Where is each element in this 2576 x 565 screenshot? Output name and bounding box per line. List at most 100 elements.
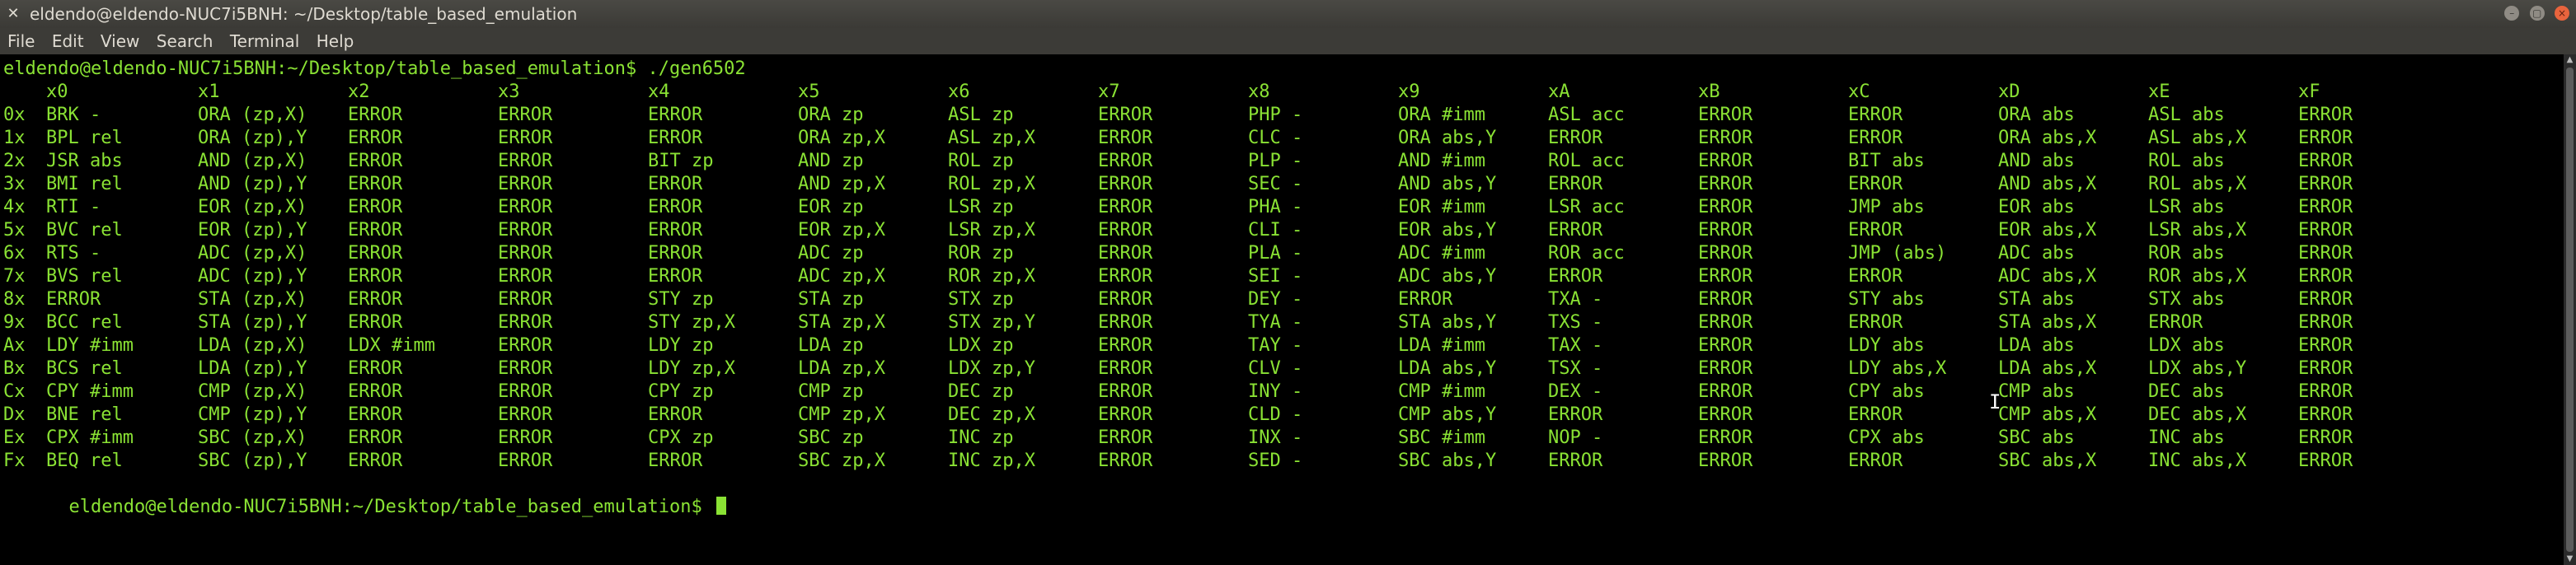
table-cell: TAY - <box>1248 335 1303 356</box>
table-cell: ERROR <box>1098 312 1153 333</box>
scroll-up-arrow-icon[interactable]: ▲ <box>2564 54 2576 66</box>
table-cell: LSR abs <box>2148 197 2225 217</box>
table-cell: ERROR <box>1848 312 1903 333</box>
table-cell: PLP - <box>1248 151 1303 171</box>
table-cell: AND abs,X <box>1998 174 2097 194</box>
table-cell: ERROR <box>648 243 703 264</box>
table-cell: CLD - <box>1248 404 1303 425</box>
terminal-output[interactable]: eldendo@eldendo-NUC7i5BNH:~/Desktop/tabl… <box>0 54 2564 565</box>
table-cell: BRK - <box>46 105 101 125</box>
scrollbar-thumb[interactable] <box>2566 68 2574 552</box>
table-cell: ERROR <box>498 404 553 425</box>
menu-view[interactable]: View <box>96 28 143 54</box>
table-cell: ROR zp <box>948 243 1014 264</box>
table-cell: ERROR <box>348 358 403 379</box>
terminal-window: ✕ eldendo@eldendo-NUC7i5BNH: ~/Desktop/t… <box>0 0 2576 565</box>
menu-terminal[interactable]: Terminal <box>226 28 304 54</box>
table-cell: AND (zp),Y <box>198 174 307 194</box>
row-label: 4x <box>3 197 26 217</box>
row-label: 5x <box>3 220 26 240</box>
close-button[interactable]: × <box>2555 6 2569 21</box>
table-cell: ERROR <box>1098 404 1153 425</box>
table-cell: CLV - <box>1248 358 1303 379</box>
table-cell: CPY abs <box>1848 381 1925 402</box>
table-cell: AND zp <box>798 151 864 171</box>
table-cell: ERROR <box>1098 335 1153 356</box>
table-cell: ERROR <box>1698 128 1753 148</box>
table-cell: EOR zp,X <box>798 220 885 240</box>
table-cell: CMP zp <box>798 381 864 402</box>
table-cell: ERROR <box>498 105 553 125</box>
table-cell: CLC - <box>1248 128 1303 148</box>
column-header: x5 <box>798 82 820 102</box>
table-cell: CMP (zp,X) <box>198 381 307 402</box>
menu-search[interactable]: Search <box>152 28 218 54</box>
table-cell: ADC (zp),Y <box>198 266 307 287</box>
table-cell: ERROR <box>1098 105 1153 125</box>
table-cell: ERROR <box>1698 335 1753 356</box>
table-cell: BVS rel <box>46 266 123 287</box>
terminal-scrollbar[interactable]: ▲ ▼ <box>2564 54 2576 565</box>
table-cell: INY - <box>1248 381 1303 402</box>
table-cell: ERROR <box>1398 289 1453 310</box>
table-cell: ERROR <box>1848 174 1903 194</box>
column-header: x9 <box>1398 82 1420 102</box>
menu-file[interactable]: File <box>3 28 39 54</box>
table-cell: ERROR <box>498 289 553 310</box>
table-cell: ERROR <box>1098 381 1153 402</box>
table-cell: ORA (zp),Y <box>198 128 307 148</box>
table-cell: ERROR <box>1098 197 1153 217</box>
table-cell: ERROR <box>648 128 703 148</box>
table-cell: CMP abs,Y <box>1398 404 1497 425</box>
table-cell: CLI - <box>1248 220 1303 240</box>
row-label: 6x <box>3 243 26 264</box>
table-cell: ERROR <box>498 335 553 356</box>
table-cell: INC abs,X <box>2148 451 2247 471</box>
row-label: 0x <box>3 105 26 125</box>
table-cell: RTI - <box>46 197 101 217</box>
table-cell: LDA zp <box>798 335 864 356</box>
table-cell: ASL acc <box>1548 105 1625 125</box>
table-cell: PHP - <box>1248 105 1303 125</box>
maximize-button[interactable]: ▢ <box>2529 6 2545 21</box>
table-cell: STX abs <box>2148 289 2225 310</box>
table-cell: SBC abs,X <box>1998 451 2097 471</box>
scroll-down-arrow-icon[interactable]: ▼ <box>2564 553 2576 565</box>
table-cell: DEY - <box>1248 289 1303 310</box>
table-cell: ADC abs,Y <box>1398 266 1497 287</box>
table-cell: SBC (zp,X) <box>198 427 307 448</box>
table-cell: LDA abs,Y <box>1398 358 1497 379</box>
menu-edit[interactable]: Edit <box>48 28 88 54</box>
table-cell: LDX abs <box>2148 335 2225 356</box>
table-cell: ERROR <box>348 151 403 171</box>
title-bar[interactable]: ✕ eldendo@eldendo-NUC7i5BNH: ~/Desktop/t… <box>0 0 2576 28</box>
table-cell: ORA zp,X <box>798 128 885 148</box>
table-cell: ERROR <box>648 451 703 471</box>
table-cell: ERROR <box>2298 404 2353 425</box>
table-cell: ERROR <box>348 451 403 471</box>
table-cell: TYA - <box>1248 312 1303 333</box>
table-cell: ADC (zp,X) <box>198 243 307 264</box>
table-cell: ERROR <box>648 404 703 425</box>
table-cell: LDY zp <box>648 335 714 356</box>
i-beam-cursor-icon: I <box>1989 390 2001 413</box>
minimize-button[interactable]: – <box>2504 6 2520 21</box>
menu-bar: File Edit View Search Terminal Help <box>0 28 2576 54</box>
table-cell: SBC #imm <box>1398 427 1485 448</box>
table-cell: ERROR <box>1098 151 1153 171</box>
table-cell: ERROR <box>498 451 553 471</box>
table-cell: ERROR <box>2298 151 2353 171</box>
table-cell: ERROR <box>348 289 403 310</box>
table-cell: ERROR <box>2148 312 2203 333</box>
table-cell: SBC zp,X <box>798 451 885 471</box>
table-cell: BCS rel <box>46 358 123 379</box>
table-cell: ROL acc <box>1548 151 1625 171</box>
menu-help[interactable]: Help <box>312 28 359 54</box>
table-cell: ADC zp,X <box>798 266 885 287</box>
table-cell: EOR (zp,X) <box>198 197 307 217</box>
table-cell: STY zp <box>648 289 714 310</box>
table-cell: TXS - <box>1548 312 1603 333</box>
table-cell: LSR zp <box>948 197 1014 217</box>
table-cell: ERROR <box>1698 289 1753 310</box>
table-cell: CPY zp <box>648 381 714 402</box>
